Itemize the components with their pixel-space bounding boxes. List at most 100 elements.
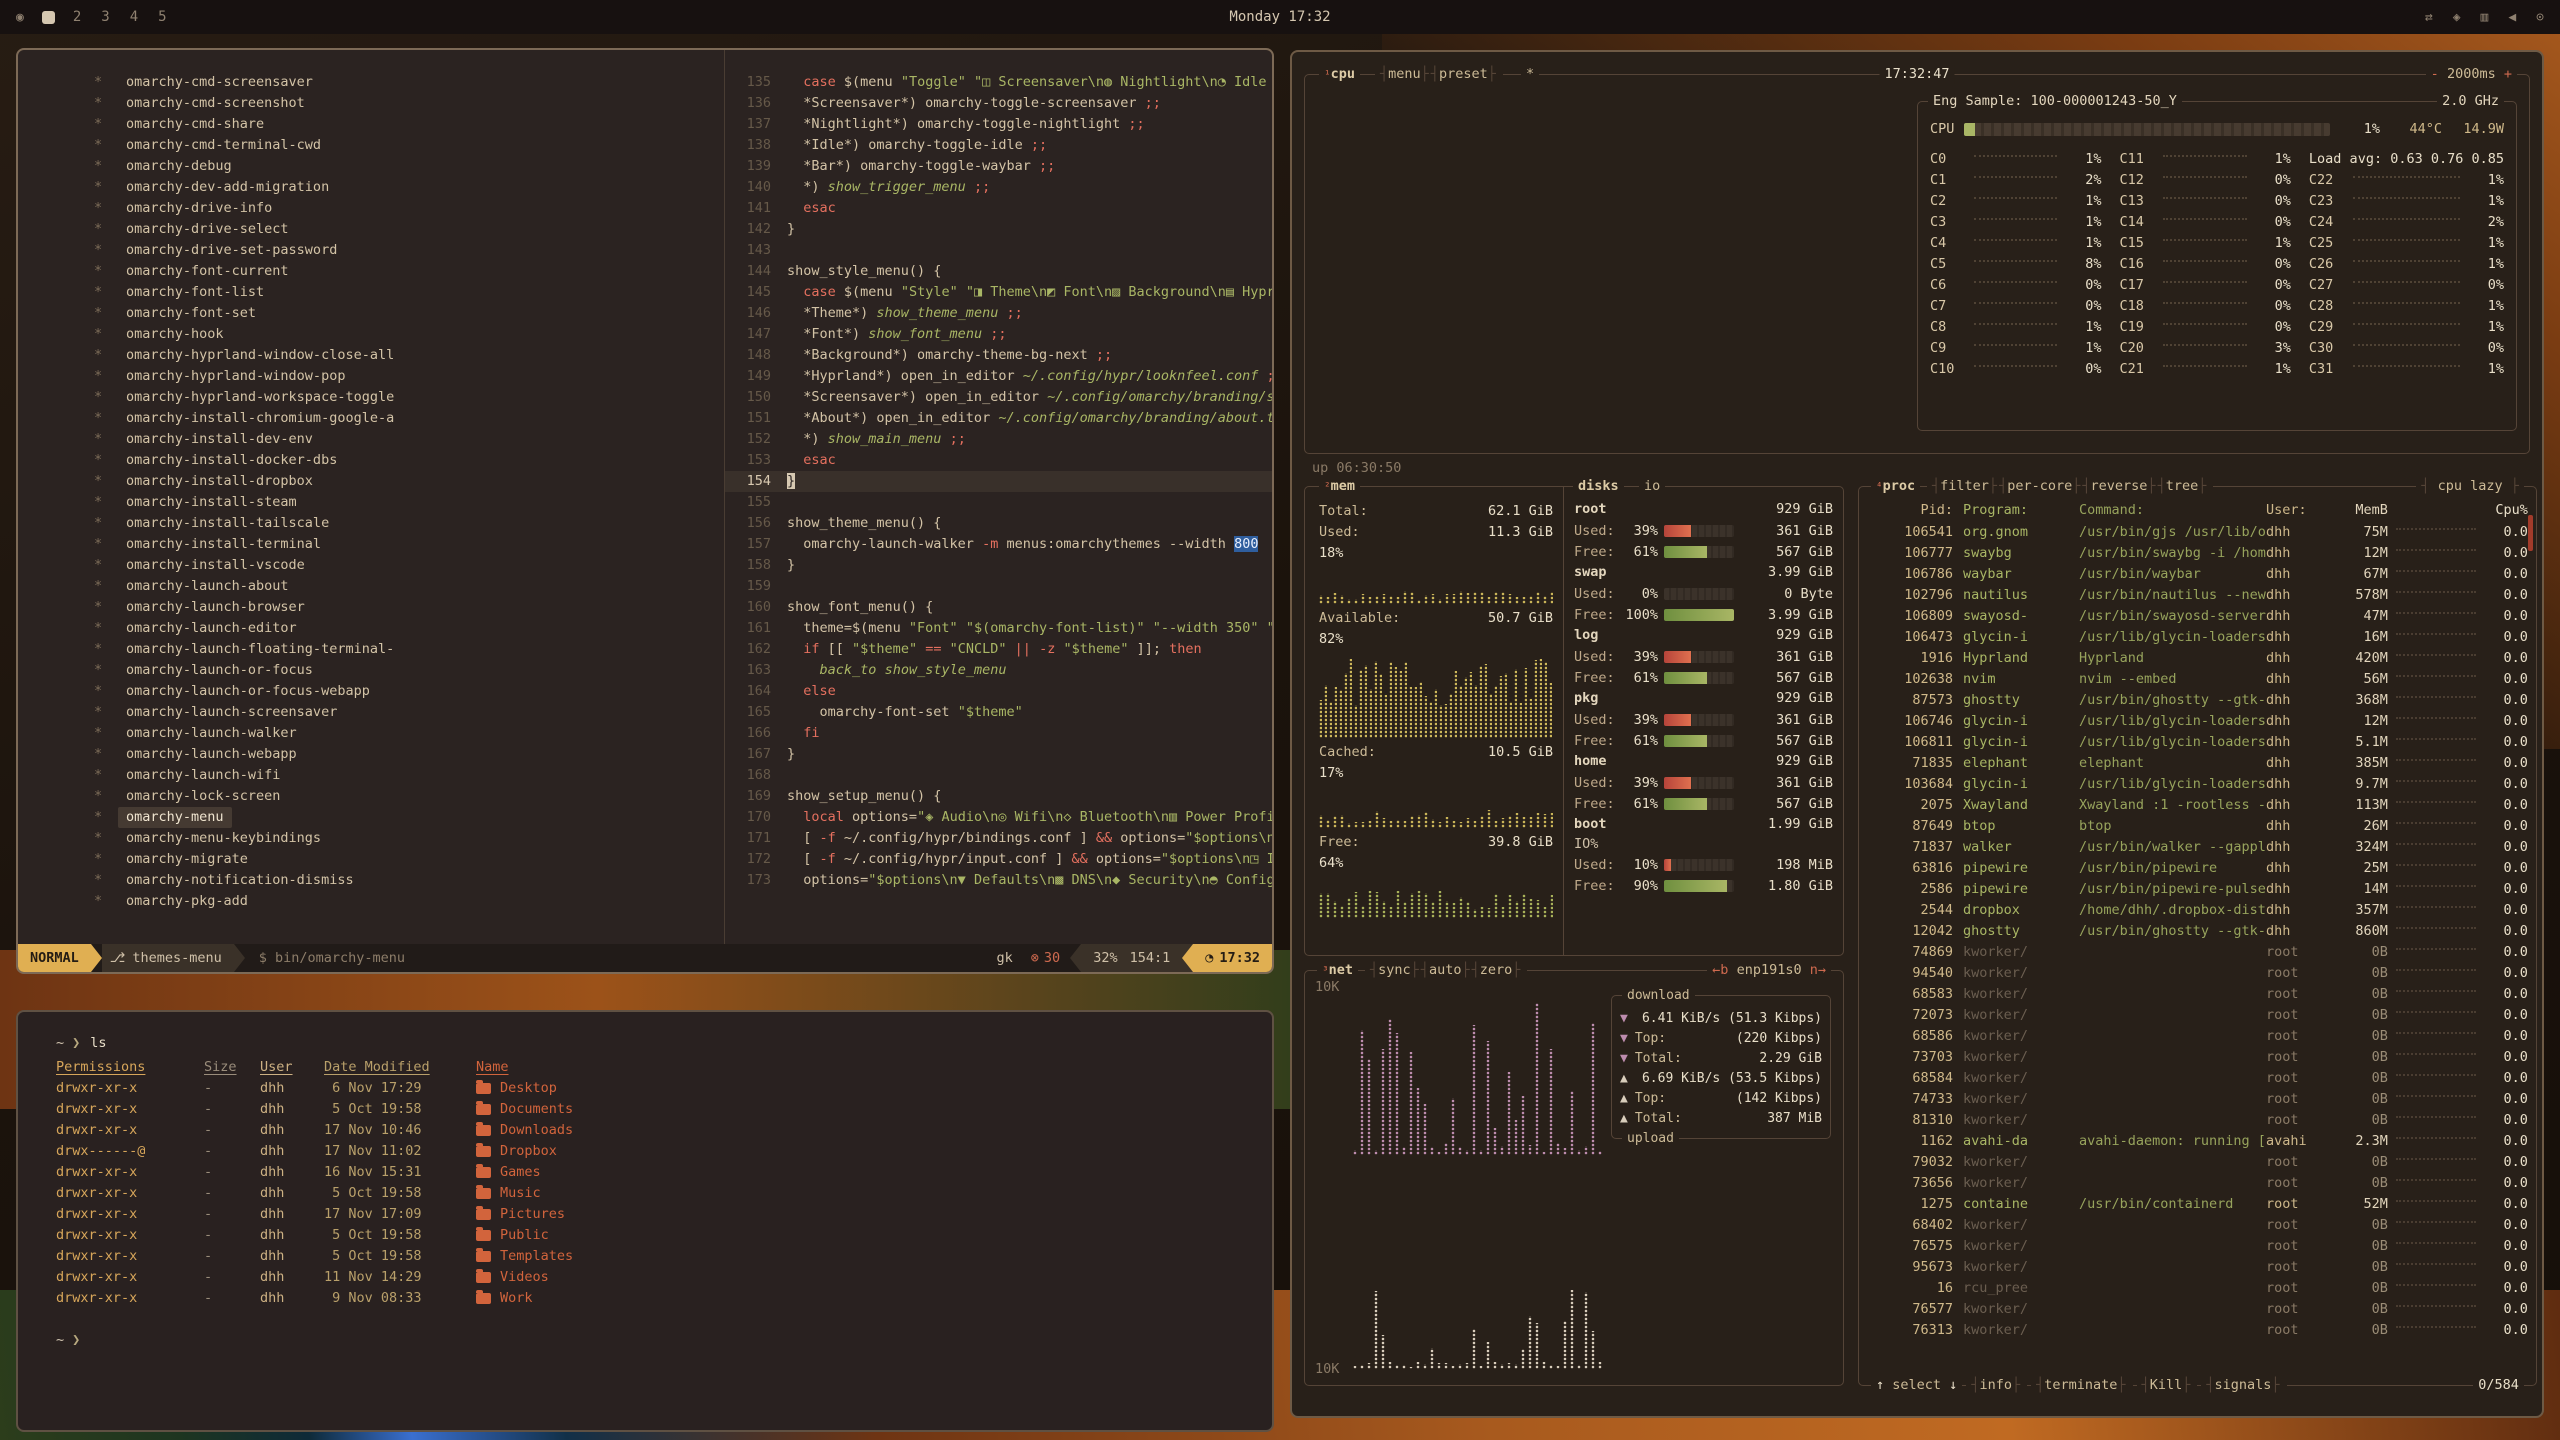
cpu-menu-button[interactable]: ┤menu├	[1380, 66, 1429, 82]
disks-io-toggle[interactable]: io	[1639, 477, 1665, 496]
bluetooth-icon[interactable]: ◈	[2453, 10, 2461, 25]
file-item[interactable]: *omarchy-launch-floating-terminal-	[94, 639, 724, 660]
process-row[interactable]: 2586pipewire/usr/bin/pipewire-pulsedhh14…	[1869, 878, 2528, 899]
net-zero-button[interactable]: ┤zero├	[1472, 962, 1521, 978]
file-item[interactable]: *omarchy-menu-keybindings	[94, 828, 724, 849]
process-row[interactable]: 2075XwaylandXwayland :1 -rootless -dhh11…	[1869, 794, 2528, 815]
file-item[interactable]: *omarchy-drive-select	[94, 219, 724, 240]
process-row[interactable]: 87573ghostty/usr/bin/ghostty --gtk-dhh36…	[1869, 689, 2528, 710]
file-item[interactable]: *omarchy-cmd-share	[94, 114, 724, 135]
process-row[interactable]: 106777swaybg/usr/bin/swaybg -i /homdhh12…	[1869, 542, 2528, 563]
file-item[interactable]: *omarchy-notification-dismiss	[94, 870, 724, 891]
process-row[interactable]: 102796nautilus/usr/bin/nautilus --newdhh…	[1869, 584, 2528, 605]
net-interface[interactable]: ←b enp191s0 n→	[1707, 961, 1831, 980]
file-item[interactable]: *omarchy-install-vscode	[94, 555, 724, 576]
process-row[interactable]: 106473glycin-i/usr/lib/glycin-loadersdhh…	[1869, 626, 2528, 647]
file-item[interactable]: *omarchy-install-dev-env	[94, 429, 724, 450]
file-item[interactable]: *omarchy-drive-info	[94, 198, 724, 219]
file-item[interactable]: *omarchy-launch-wifi	[94, 765, 724, 786]
proc-reverse-button[interactable]: ┤reverse├	[2082, 478, 2155, 494]
proc-footer-info-button[interactable]: ┤info├	[1971, 1377, 2020, 1393]
process-row[interactable]: 76575kworker/root0B0.0	[1869, 1235, 2528, 1256]
file-item[interactable]: *omarchy-font-set	[94, 303, 724, 324]
workspace-active-indicator[interactable]	[42, 11, 55, 24]
process-row[interactable]: 68583kworker/root0B0.0	[1869, 983, 2528, 1004]
file-item[interactable]: *omarchy-hyprland-workspace-toggle	[94, 387, 724, 408]
file-item[interactable]: *omarchy-install-tailscale	[94, 513, 724, 534]
file-item[interactable]: *omarchy-cmd-screensaver	[94, 72, 724, 93]
process-row[interactable]: 76577kworker/root0B0.0	[1869, 1298, 2528, 1319]
process-row[interactable]: 74733kworker/root0B0.0	[1869, 1088, 2528, 1109]
file-item[interactable]: *omarchy-install-dropbox	[94, 471, 724, 492]
file-item[interactable]: *omarchy-hyprland-window-pop	[94, 366, 724, 387]
battery-icon[interactable]: ▥	[2481, 10, 2489, 25]
terminal-window[interactable]: ~❯ls PermissionsSizeUserDate ModifiedNam…	[16, 1010, 1274, 1432]
net-sync-button[interactable]: ┤sync├	[1370, 962, 1419, 978]
workspace-5[interactable]: 5	[158, 9, 166, 25]
net-auto-button[interactable]: ┤auto├	[1421, 962, 1470, 978]
process-row[interactable]: 102638nvimnvim --embeddhh56M0.0	[1869, 668, 2528, 689]
volume-icon[interactable]: ◀	[2508, 10, 2516, 25]
file-item[interactable]: *omarchy-launch-editor	[94, 618, 724, 639]
process-row[interactable]: 1162avahi-daavahi-daemon: running [avahi…	[1869, 1130, 2528, 1151]
file-item[interactable]: *omarchy-dev-add-migration	[94, 177, 724, 198]
code-buffer[interactable]: 135 case $(menu "Toggle" "◫ Screensaver\…	[725, 50, 1272, 944]
proc-per-core-button[interactable]: ┤per-core├	[1999, 478, 2080, 494]
interval-minus-button[interactable]: -	[2431, 66, 2439, 82]
power-icon[interactable]: ⊙	[2536, 10, 2544, 25]
process-row[interactable]: 63816pipewire/usr/bin/pipewiredhh25M0.0	[1869, 857, 2528, 878]
file-item[interactable]: *omarchy-font-list	[94, 282, 724, 303]
workspace-3[interactable]: 3	[101, 9, 109, 25]
file-item[interactable]: *omarchy-hyprland-window-close-all	[94, 345, 724, 366]
process-row[interactable]: 16rcu_preeroot0B0.0	[1869, 1277, 2528, 1298]
process-row[interactable]: 79032kworker/root0B0.0	[1869, 1151, 2528, 1172]
process-row[interactable]: 72073kworker/root0B0.0	[1869, 1004, 2528, 1025]
process-row[interactable]: 73703kworker/root0B0.0	[1869, 1046, 2528, 1067]
process-row[interactable]: 95673kworker/root0B0.0	[1869, 1256, 2528, 1277]
process-row[interactable]: 1275containe/usr/bin/containerdroot52M0.…	[1869, 1193, 2528, 1214]
proc-footer-kill-button[interactable]: ┤Kill├	[2142, 1377, 2191, 1393]
proc-tree-button[interactable]: ┤tree├	[2158, 478, 2207, 494]
proc-footer-signals-button[interactable]: ┤signals├	[2206, 1377, 2279, 1393]
process-row[interactable]: 12042ghostty/usr/bin/ghostty --gtk-dhh86…	[1869, 920, 2528, 941]
process-row[interactable]: 106786waybar/usr/bin/waybardhh67M0.0	[1869, 563, 2528, 584]
file-item[interactable]: *omarchy-launch-or-focus-webapp	[94, 681, 724, 702]
process-row[interactable]: 68402kworker/root0B0.0	[1869, 1214, 2528, 1235]
file-item[interactable]: *omarchy-launch-webapp	[94, 744, 724, 765]
file-item[interactable]: *omarchy-install-steam	[94, 492, 724, 513]
process-row[interactable]: 106746glycin-i/usr/lib/glycin-loadersdhh…	[1869, 710, 2528, 731]
file-item[interactable]: *omarchy-debug	[94, 156, 724, 177]
proc-sort[interactable]: ┤ cpu lazy ├	[2416, 477, 2524, 496]
file-item[interactable]: *omarchy-migrate	[94, 849, 724, 870]
process-row[interactable]: 68584kworker/root0B0.0	[1869, 1067, 2528, 1088]
process-row[interactable]: 73656kworker/root0B0.0	[1869, 1172, 2528, 1193]
file-item[interactable]: *omarchy-menu	[94, 807, 724, 828]
interval-plus-button[interactable]: +	[2504, 66, 2512, 82]
prompt-line[interactable]: ~❯	[56, 1329, 1272, 1351]
process-row[interactable]: 103684glycin-i/usr/lib/glycin-loadersdhh…	[1869, 773, 2528, 794]
process-row[interactable]: 106541org.gnom/usr/bin/gjs /usr/lib/odhh…	[1869, 521, 2528, 542]
file-item[interactable]: *omarchy-install-terminal	[94, 534, 724, 555]
process-row[interactable]: 74869kworker/root0B0.0	[1869, 941, 2528, 962]
process-row[interactable]: 106811glycin-i/usr/lib/glycin-loadersdhh…	[1869, 731, 2528, 752]
proc-footer-terminate-button[interactable]: ┤terminate├	[2036, 1377, 2125, 1393]
file-item[interactable]: *omarchy-drive-set-password	[94, 240, 724, 261]
process-row[interactable]: 68586kworker/root0B0.0	[1869, 1025, 2528, 1046]
workspace-2[interactable]: 2	[73, 9, 81, 25]
workspace-4[interactable]: 4	[130, 9, 138, 25]
file-item[interactable]: *omarchy-launch-walker	[94, 723, 724, 744]
process-row[interactable]: 94540kworker/root0B0.0	[1869, 962, 2528, 983]
process-row[interactable]: 71835elephantelephantdhh385M0.0	[1869, 752, 2528, 773]
process-row[interactable]: 106809swayosd-/usr/bin/swayosd-serverdhh…	[1869, 605, 2528, 626]
file-item[interactable]: *omarchy-launch-screensaver	[94, 702, 724, 723]
file-item[interactable]: *omarchy-hook	[94, 324, 724, 345]
file-item[interactable]: *omarchy-launch-or-focus	[94, 660, 724, 681]
file-item[interactable]: *omarchy-install-chromium-google-a	[94, 408, 724, 429]
cpu-preset-button[interactable]: ┤preset├	[1431, 66, 1496, 82]
process-row[interactable]: 87649btopbtopdhh26M0.0	[1869, 815, 2528, 836]
process-scrollbar[interactable]	[2528, 515, 2533, 551]
file-item[interactable]: *omarchy-lock-screen	[94, 786, 724, 807]
process-row[interactable]: 71837walker/usr/bin/walker --gappldhh324…	[1869, 836, 2528, 857]
process-row[interactable]: 1916HyprlandHyprlanddhh420M0.0	[1869, 647, 2528, 668]
file-item[interactable]: *omarchy-cmd-screenshot	[94, 93, 724, 114]
